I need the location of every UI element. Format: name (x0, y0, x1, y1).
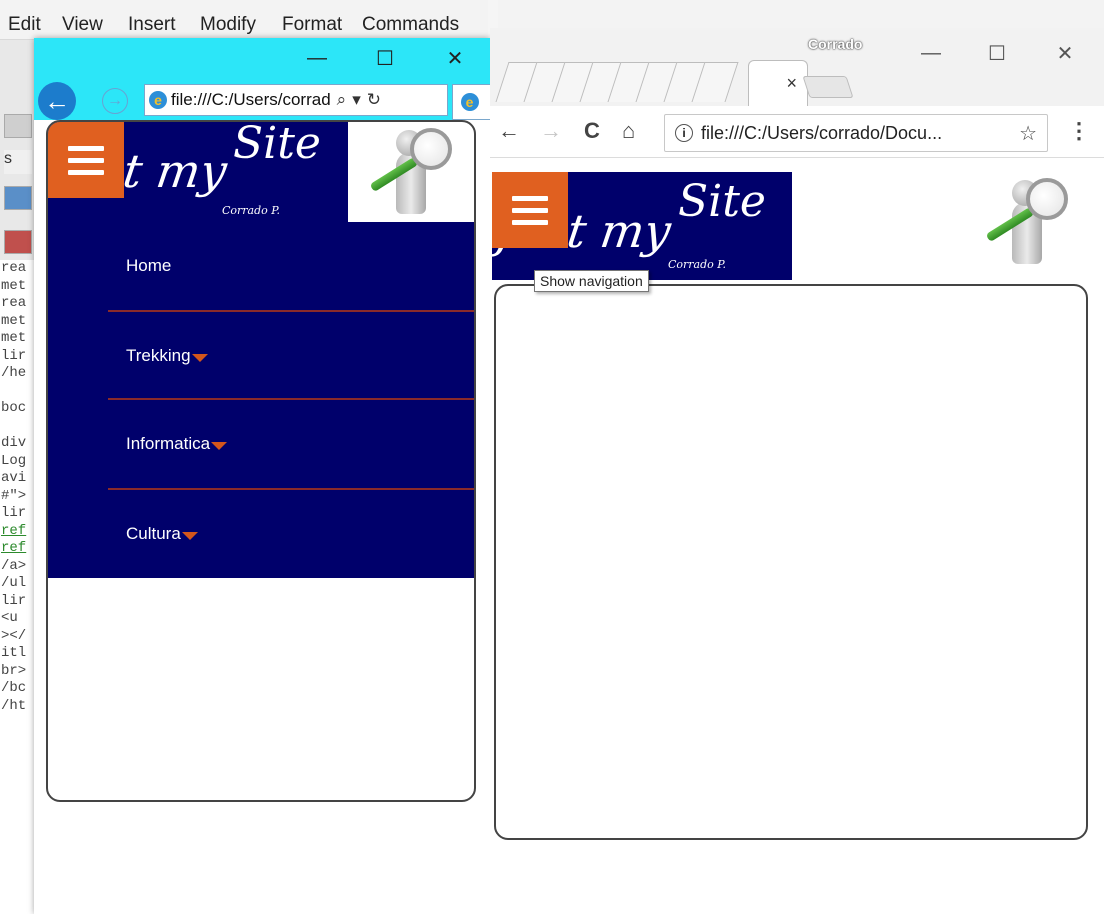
ie-logo-icon: e (149, 91, 167, 109)
site-logo-site: Site (233, 120, 321, 169)
ie-viewport: Just my Site Corrado P. Home Trekking In… (34, 120, 490, 914)
chrome-close-button[interactable]: ✕ (1042, 38, 1088, 68)
chrome-viewport: Just my Site Corrado P. Show navigation (490, 158, 1104, 914)
chrome-window: Corrado — ☐ ✕ × ← → C ⌂ i file:///C:/Use… (490, 28, 1104, 914)
forward-arrow-icon[interactable]: → (540, 118, 562, 144)
ie-tab-logo-icon: e (460, 93, 479, 111)
menu-edit[interactable]: Edit (8, 14, 41, 36)
menu-format[interactable]: Format (282, 14, 342, 36)
chrome-profile-name[interactable]: Corrado (808, 36, 862, 52)
site-logo-signature: Corrado P. (222, 204, 280, 217)
home-icon[interactable]: ⌂ (622, 118, 635, 144)
nav-item-label: Home (126, 256, 172, 275)
ie-titlebar[interactable]: — ☐ ✕ (34, 38, 490, 78)
caret-down-icon (211, 442, 228, 450)
site-page-frame (494, 284, 1088, 840)
toolbar-button[interactable] (4, 114, 32, 138)
hamburger-menu-button[interactable] (48, 122, 124, 198)
nav-item-informatica[interactable]: Informatica (108, 400, 474, 488)
magnifier-figure-image (366, 122, 456, 230)
menu-insert[interactable]: Insert (128, 14, 176, 36)
caret-down-icon (181, 532, 198, 540)
nav-item-label: Trekking (126, 346, 191, 365)
magnifier-figure-image (982, 170, 1072, 280)
site-nav-menu: Home Trekking Informatica Cultura (48, 222, 474, 578)
nav-item-trekking[interactable]: Trekking (108, 312, 474, 400)
toolbar-label: s (4, 150, 32, 174)
chrome-maximize-button[interactable]: ☐ (974, 38, 1020, 68)
ie-url-text: file:///C:/Users/corrad (171, 90, 331, 109)
nav-item-label: Informatica (126, 434, 211, 453)
ie-address-bar-row: ← → e file:///C:/Users/corrad ⌕ ▾ ↻ e (34, 78, 490, 120)
ie-close-button[interactable]: ✕ (420, 38, 490, 78)
menu-view[interactable]: View (62, 14, 103, 36)
nav-item-label: Cultura (126, 524, 181, 543)
ie-back-button[interactable]: ← (38, 82, 76, 120)
ie-minimize-button[interactable]: — (282, 38, 352, 78)
chrome-url-text: file:///C:/Users/corrado/Docu... (701, 122, 943, 143)
bookmark-star-icon[interactable]: ☆ (1019, 121, 1037, 146)
chrome-menu-icon[interactable]: ⋮ (1068, 118, 1090, 144)
chrome-minimize-button[interactable]: — (908, 38, 954, 68)
site-logo-signature: Corrado P. (668, 258, 726, 271)
ie-maximize-button[interactable]: ☐ (350, 38, 420, 78)
chrome-tabstrip[interactable]: Corrado — ☐ ✕ × (490, 28, 1104, 106)
chrome-toolbar: ← → C ⌂ i file:///C:/Users/corrado/Docu.… (490, 106, 1104, 158)
toolbar-image-icon[interactable] (4, 186, 32, 210)
reload-icon[interactable]: C (584, 118, 600, 144)
back-arrow-icon[interactable]: ← (498, 118, 520, 144)
tab-close-icon[interactable]: × (786, 73, 797, 94)
info-icon[interactable]: i (675, 124, 693, 142)
menu-commands[interactable]: Commands (362, 14, 459, 36)
hamburger-menu-button[interactable] (492, 172, 568, 248)
ie-tab[interactable]: e (452, 84, 490, 120)
caret-down-icon (191, 354, 208, 362)
new-tab-button[interactable] (802, 76, 854, 98)
ie-forward-button[interactable]: → (102, 88, 128, 114)
show-navigation-tooltip: Show navigation (534, 270, 649, 292)
nav-item-home[interactable]: Home (108, 222, 474, 310)
nav-item-cultura[interactable]: Cultura (108, 490, 474, 578)
site-page-frame: Just my Site Corrado P. Home Trekking In… (46, 120, 476, 802)
chrome-active-tab[interactable]: × (748, 60, 808, 106)
ie-address-field[interactable]: e file:///C:/Users/corrad ⌕ ▾ ↻ (144, 84, 448, 116)
toolbar-color-icon[interactable] (4, 230, 32, 254)
ie-window: — ☐ ✕ ← → e file:///C:/Users/corrad ⌕ ▾ … (34, 38, 490, 914)
search-icon[interactable]: ⌕ (337, 90, 347, 110)
refresh-icon[interactable]: ↻ (367, 90, 381, 110)
site-logo-site: Site (678, 176, 766, 227)
dropdown-icon[interactable]: ▾ (352, 90, 361, 110)
menu-modify[interactable]: Modify (200, 14, 256, 36)
chrome-omnibox[interactable]: i file:///C:/Users/corrado/Docu... ☆ (664, 114, 1048, 152)
